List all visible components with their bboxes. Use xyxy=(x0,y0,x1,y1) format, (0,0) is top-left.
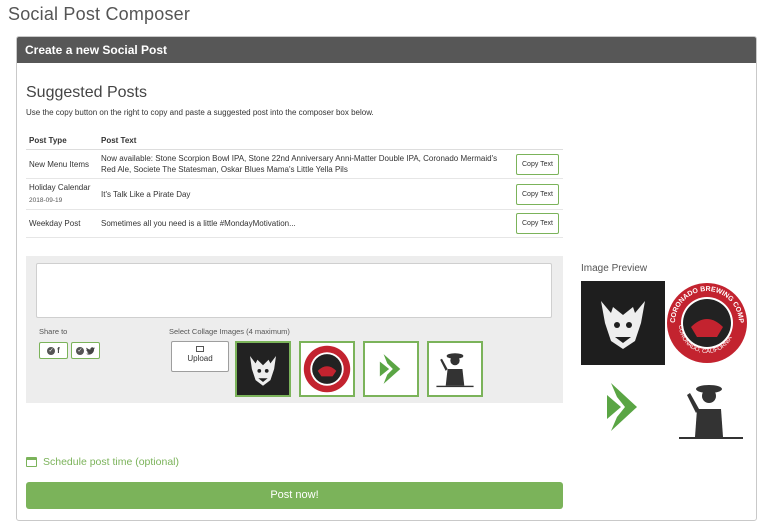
schedule-label: Schedule post time (optional) xyxy=(43,456,179,468)
post-text-cell: It's Talk Like a Pirate Day xyxy=(98,178,513,210)
upload-button[interactable]: Upload xyxy=(171,341,229,372)
panel-header: Create a new Social Post xyxy=(17,37,756,63)
schedule-post-link[interactable]: Schedule post time (optional) xyxy=(26,456,179,468)
post-text-cell: Sometimes all you need is a little #Mond… xyxy=(98,209,513,238)
suggested-posts-title: Suggested Posts xyxy=(26,84,147,101)
post-now-button[interactable]: Post now! xyxy=(26,482,563,509)
twitter-icon xyxy=(86,342,95,360)
post-type: Holiday Calendar xyxy=(29,183,91,192)
post-date: 2018-09-19 xyxy=(29,197,63,204)
collage-label: Select Collage Images (4 maximum) xyxy=(169,327,290,336)
post-type: New Menu Items xyxy=(29,159,90,169)
check-icon: ✓ xyxy=(47,346,56,355)
preview-image-silhouette xyxy=(665,367,749,451)
column-header-post-type: Post Type xyxy=(26,132,98,150)
post-text-cell: Now available: Stone Scorpion Bowl IPA, … xyxy=(98,149,513,179)
facebook-icon: f xyxy=(57,346,60,355)
table-row: Weekday Post Sometimes all you need is a… xyxy=(26,209,563,238)
preview-image-coronado: CORONADO BREWING COMPANY CORONADO, CALIF… xyxy=(665,281,749,365)
preview-image-gargoyle xyxy=(581,281,665,365)
post-type-cell: Holiday Calendar 2018-09-19 xyxy=(26,178,98,210)
collage-image-coronado[interactable] xyxy=(299,341,355,397)
image-icon xyxy=(196,346,204,352)
preview-image-green-arrow xyxy=(581,367,665,451)
post-type-cell: Weekday Post xyxy=(26,209,98,238)
composer-box: Share to ✓ f ✓ Select Collage Images (4 … xyxy=(26,256,563,403)
calendar-icon xyxy=(26,457,37,467)
upload-label: Upload xyxy=(187,354,213,363)
collage-image-stone-gargoyle[interactable] xyxy=(235,341,291,397)
post-text-input[interactable] xyxy=(36,263,552,318)
gargoyle-image xyxy=(237,343,289,395)
share-twitter-toggle[interactable]: ✓ xyxy=(71,342,100,359)
collage-image-green-arrow[interactable] xyxy=(363,341,419,397)
share-facebook-toggle[interactable]: ✓ f xyxy=(39,342,68,359)
green-arrow-image xyxy=(365,343,417,395)
copy-text-button[interactable]: Copy Text xyxy=(516,153,559,175)
table-header-row: Post Type Post Text xyxy=(26,132,563,150)
column-header-actions xyxy=(513,132,563,150)
suggested-posts-help: Use the copy button on the right to copy… xyxy=(26,108,374,117)
copy-text-button[interactable]: Copy Text xyxy=(516,213,559,234)
composer-panel: Create a new Social Post Suggested Posts… xyxy=(16,36,757,521)
collage-image-silhouette[interactable] xyxy=(427,341,483,397)
copy-text-button[interactable]: Copy Text xyxy=(516,183,559,205)
table-row: New Menu Items Now available: Stone Scor… xyxy=(26,149,563,179)
post-type-cell: New Menu Items xyxy=(26,149,98,179)
table-row: Holiday Calendar 2018-09-19 It's Talk Li… xyxy=(26,178,563,210)
coronado-badge-image xyxy=(301,343,353,395)
check-icon: ✓ xyxy=(76,346,84,355)
column-header-post-text: Post Text xyxy=(98,132,513,150)
silhouette-image xyxy=(429,343,481,395)
share-to-label: Share to xyxy=(39,327,68,336)
image-preview-label: Image Preview xyxy=(581,263,648,274)
page-title: Social Post Composer xyxy=(8,4,191,24)
post-type: Weekday Post xyxy=(29,219,81,228)
suggested-posts-table: Post Type Post Text New Menu Items Now a… xyxy=(26,132,563,238)
